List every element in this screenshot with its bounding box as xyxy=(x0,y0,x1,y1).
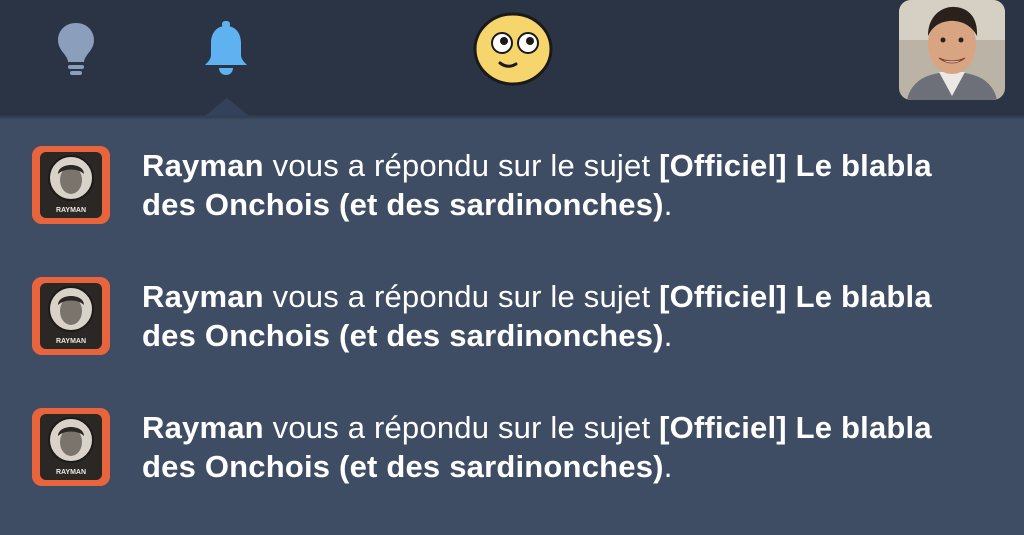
top-navigation-bar xyxy=(0,0,1024,114)
notification-item[interactable]: RAYMAN Rayman vous a répondu sur le suje… xyxy=(0,118,1024,238)
notification-user: Rayman xyxy=(142,410,264,445)
notification-text: Rayman vous a répondu sur le sujet [Offi… xyxy=(142,277,962,355)
notification-item[interactable]: RAYMAN Rayman vous a répondu sur le suje… xyxy=(0,249,1024,369)
notification-thumbnail: RAYMAN xyxy=(32,277,110,355)
dropdown-caret xyxy=(205,98,249,116)
user-avatar[interactable] xyxy=(899,0,1005,100)
svg-text:RAYMAN: RAYMAN xyxy=(56,469,86,476)
svg-text:RAYMAN: RAYMAN xyxy=(56,207,86,214)
notification-action: vous a répondu sur le sujet xyxy=(263,410,660,445)
notification-thumbnail: RAYMAN xyxy=(32,146,110,224)
notification-action: vous a répondu sur le sujet xyxy=(263,279,660,314)
notification-end: . xyxy=(663,318,673,353)
notification-user: Rayman xyxy=(142,279,264,314)
lightbulb-icon[interactable] xyxy=(48,18,104,78)
notification-text: Rayman vous a répondu sur le sujet [Offi… xyxy=(142,408,962,486)
notification-action: vous a répondu sur le sujet xyxy=(263,148,660,183)
notification-item[interactable]: RAYMAN Rayman vous a répondu sur le suje… xyxy=(0,380,1024,500)
notification-end: . xyxy=(663,187,673,222)
smiley-face-icon[interactable] xyxy=(472,11,554,87)
svg-text:RAYMAN: RAYMAN xyxy=(56,338,86,345)
bell-icon[interactable] xyxy=(198,18,254,78)
notification-text: Rayman vous a répondu sur le sujet [Offi… xyxy=(142,146,962,224)
notification-user: Rayman xyxy=(142,148,264,183)
notification-end: . xyxy=(663,449,673,484)
notification-thumbnail: RAYMAN xyxy=(32,408,110,486)
